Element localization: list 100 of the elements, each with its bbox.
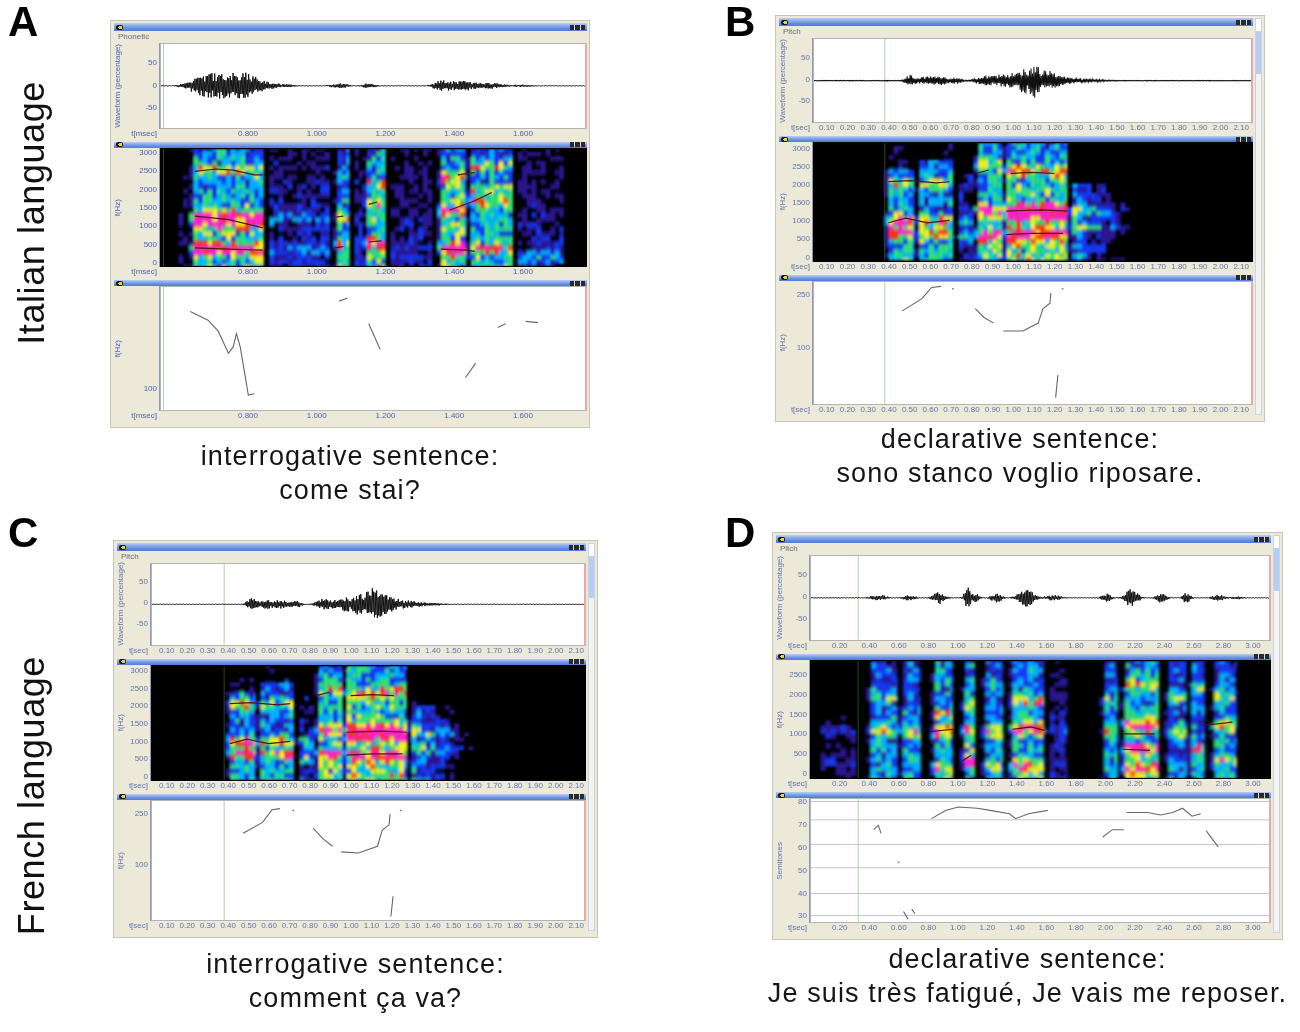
axis-unit-label: t[sec] [789, 124, 811, 133]
pane-icon [781, 136, 788, 142]
axis-tick-label: 1.10 [1026, 262, 1042, 271]
axis-tick-label: 0.50 [240, 646, 257, 655]
window-controls-icon[interactable] [570, 142, 585, 148]
axis-tick-label: 1.20 [384, 781, 400, 790]
axis-tick-label: 1.60 [1038, 641, 1055, 650]
axis-tick-label: 0.10 [159, 646, 175, 655]
axis-tick-label: 500 [796, 235, 810, 244]
window-controls-icon[interactable] [1254, 536, 1269, 542]
axis-tick-label: 1000 [792, 217, 810, 226]
axis-tick-label: 0.10 [819, 262, 835, 271]
pitch-track [368, 323, 381, 351]
axis-title: f(Hz) [114, 339, 122, 358]
axis-tick-label: 1.20 [384, 922, 400, 930]
axis-tick-label: 0 [802, 592, 807, 601]
axis-tick-label: 0.70 [943, 262, 959, 271]
axis-tick-label: 250 [796, 291, 810, 300]
axis-title: f(Hz) [779, 193, 787, 211]
axis-tick-label: 1.40 [425, 781, 441, 790]
axis-tick-label: 3000 [792, 144, 810, 153]
axis-tick-label: 1.10 [363, 922, 380, 930]
sentence-text: comment ça va? [248, 982, 463, 1015]
language-label: Italian language [14, 81, 50, 345]
sentence-type-label: declarative sentence: [888, 943, 1167, 976]
axis-tick-label: 1.400 [444, 412, 465, 420]
pane-icon [116, 142, 123, 148]
pane-icon [781, 19, 788, 25]
axis-tick-label: 2.10 [568, 646, 584, 655]
axis-tick-label: 500 [134, 755, 148, 764]
axis-tick-label: 0.30 [860, 124, 876, 133]
axis-tick-label: 2.10 [1233, 406, 1249, 414]
window-controls-icon[interactable] [569, 794, 584, 800]
axis-tick-label: 1.600 [512, 412, 533, 420]
axis-tick-label: 1.90 [1191, 406, 1208, 414]
axis-tick-label: 0 [143, 599, 148, 608]
axis-tick-label: 2.00 [1097, 780, 1114, 789]
scrollbar[interactable] [1273, 535, 1280, 933]
axis-tick-label: 500 [143, 240, 157, 249]
axis-title: Waveform (percentage) [776, 555, 784, 640]
axis-title: f(Hz) [117, 851, 125, 870]
axis-tick-label: 50 [798, 866, 807, 875]
pitch-track [390, 895, 394, 917]
axis-tick-label: 1500 [139, 204, 157, 213]
axis-tick-label: 1.20 [1046, 124, 1063, 133]
scrollbar[interactable] [588, 543, 595, 931]
window-controls-icon[interactable] [1236, 136, 1251, 142]
axis-tick-label: 2.40 [1156, 641, 1173, 650]
axis-tick-label: 0.80 [920, 780, 937, 789]
window-controls-icon[interactable] [570, 24, 585, 30]
window-controls-icon[interactable] [1254, 654, 1269, 660]
axis-tick-label: 1.400 [444, 268, 465, 277]
pitch-track [1102, 829, 1125, 838]
axis-tick-label: 0.20 [832, 924, 848, 932]
axis-tick-label: 1.00 [343, 781, 359, 790]
view-tab[interactable]: Pitch [783, 28, 801, 36]
window-controls-icon[interactable] [1254, 792, 1269, 798]
axis-unit-label: t[sec] [789, 262, 811, 271]
axis-tick-label: 1.00 [343, 646, 359, 655]
view-tab[interactable]: Phonetic [118, 33, 150, 41]
axis-tick-label: 3000 [130, 667, 148, 676]
window-controls-icon[interactable] [569, 659, 584, 665]
axis-tick-label: 1.200 [375, 129, 396, 138]
axis-tick-label: 0.10 [159, 922, 175, 930]
axis-tick-label: 2.60 [1186, 641, 1202, 650]
pitch-track [525, 321, 539, 324]
view-tab[interactable]: Pitch [121, 553, 139, 561]
axis-tick-label: 0.800 [238, 412, 259, 420]
axis-tick-label: 1500 [130, 719, 148, 728]
axis-tick-label: 500 [793, 750, 807, 759]
pane-icon [778, 654, 785, 660]
axis-tick-label: 1.40 [1009, 924, 1025, 932]
axis-tick-label: 1.60 [1129, 262, 1146, 271]
axis-tick-label: 0.80 [920, 924, 937, 932]
axis-tick-label: 0.10 [159, 781, 175, 790]
pane-icon [781, 275, 788, 281]
axis-tick-label: 1.30 [1067, 406, 1084, 414]
pitch-track [974, 307, 995, 324]
axis-tick-label: 1500 [789, 710, 807, 719]
axis-tick-label: 0.80 [302, 646, 318, 655]
axis-tick-label: 1.70 [1150, 262, 1167, 271]
axis-tick-label: 2.20 [1127, 924, 1143, 932]
axis-tick-label: 0.10 [819, 124, 835, 133]
axis-tick-label: 2500 [792, 162, 810, 171]
window-controls-icon[interactable] [1236, 275, 1251, 281]
window-controls-icon[interactable] [1236, 19, 1251, 25]
axis-tick-label: 1.40 [1088, 262, 1104, 271]
scrollbar[interactable] [1255, 18, 1262, 415]
axis-tick-label: 0.30 [199, 922, 216, 930]
axis-tick-label: 0.60 [922, 124, 939, 133]
axis-title: Semitones [776, 841, 784, 880]
axis-tick-label: 50 [798, 571, 807, 579]
axis-tick-label: 0.30 [860, 262, 876, 271]
axis-tick-label: 0.20 [179, 922, 196, 930]
window-controls-icon[interactable] [570, 280, 585, 286]
axis-tick-label: 1.80 [1068, 780, 1084, 789]
window-controls-icon[interactable] [569, 544, 584, 550]
view-tab[interactable]: Pitch [780, 545, 798, 553]
pitch-track [399, 809, 403, 812]
axis-tick-label: 2.00 [1212, 124, 1229, 133]
